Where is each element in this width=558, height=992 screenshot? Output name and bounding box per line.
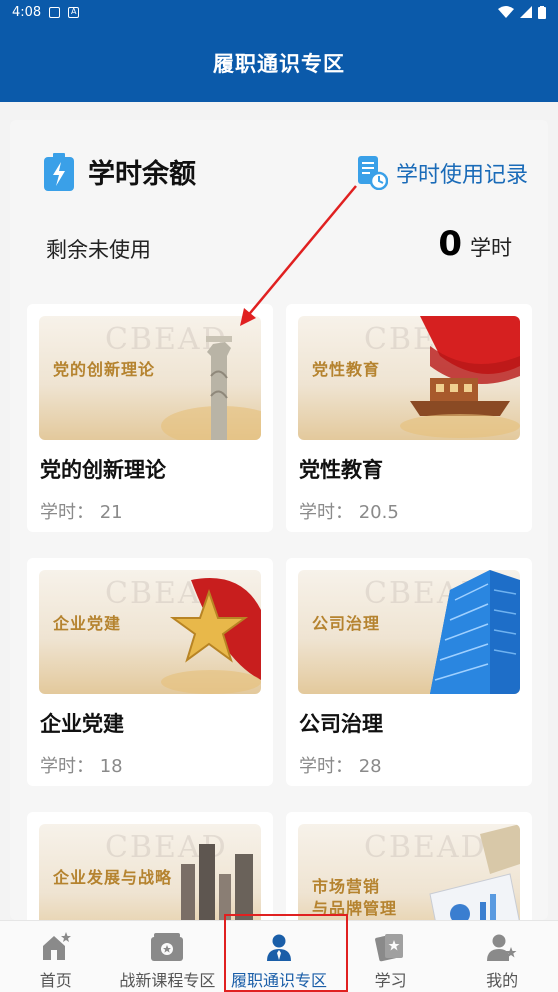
course-banner-title: 党的创新理论 — [53, 360, 156, 379]
app-bar: 履职通识专区 — [0, 24, 558, 102]
course-banner: CBEAD 公司治理 — [298, 570, 520, 694]
course-card[interactable]: CBEAD 党性教育 党性教育 学时： 20.5 — [286, 304, 532, 532]
gold-star-image — [161, 578, 261, 694]
remain-hours-number: 0 — [438, 224, 462, 264]
monument-pillar-image — [161, 336, 261, 440]
course-card[interactable]: CBEAD 党的创新理论 党的创新理论 学时： 21 — [27, 304, 273, 532]
course-card[interactable]: CBEAD 公司治理 公司治理 学时： 28 — [286, 558, 532, 786]
remain-label: 剩余未使用 — [46, 238, 151, 262]
signal-icon — [520, 6, 532, 18]
red-boat-image — [400, 316, 520, 438]
page-title: 履职通识专区 — [213, 52, 345, 76]
course-hours: 学时： 28 — [299, 756, 382, 777]
course-name: 公司治理 — [299, 712, 383, 736]
nav-label: 履职通识专区 — [230, 971, 327, 990]
remain-value: 0 学时 — [438, 224, 512, 264]
balance-header: 学时余额 — [42, 152, 196, 191]
course-hours: 学时： 21 — [40, 502, 123, 523]
nav-new-courses[interactable]: 战新课程专区 — [112, 921, 224, 992]
nav-label: 首页 — [39, 971, 72, 990]
user-star-icon — [487, 934, 517, 961]
course-name: 党性教育 — [299, 458, 383, 482]
course-banner-title: 党性教育 — [312, 360, 381, 379]
course-banner-title: 市场营销 与品牌管理 — [312, 876, 397, 920]
course-hours: 学时： 20.5 — [299, 502, 399, 523]
app-notification-icon: A — [68, 6, 80, 18]
cards-star-icon — [374, 934, 403, 962]
status-bar: 4:08 A — [0, 0, 558, 24]
home-star-icon — [42, 932, 71, 960]
banner-title-line2: 与品牌管理 — [312, 899, 398, 918]
nav-label: 战新课程专区 — [119, 971, 216, 990]
nav-study[interactable]: 学习 — [335, 921, 447, 992]
glass-skyscraper-image — [430, 570, 520, 694]
wallet-icon — [151, 933, 184, 961]
course-banner-title: 企业发展与战略 — [53, 868, 173, 887]
image-notification-icon — [49, 6, 61, 18]
usage-record-label: 学时使用记录 — [395, 163, 528, 188]
usage-record-link[interactable]: 学时使用记录 — [356, 156, 528, 190]
nav-label: 我的 — [486, 971, 519, 990]
record-clock-icon — [357, 156, 388, 190]
course-banner-title: 企业党建 — [53, 614, 122, 633]
balance-title: 学时余额 — [88, 159, 196, 190]
battery-charge-icon — [44, 152, 74, 191]
wifi-icon — [498, 6, 514, 18]
battery-icon — [538, 5, 546, 19]
course-card[interactable]: CBEAD 企业党建 企业党建 学时： 18 — [27, 558, 273, 786]
course-name: 企业党建 — [40, 712, 124, 736]
course-banner-title: 公司治理 — [312, 614, 381, 633]
nav-label: 学习 — [374, 971, 407, 990]
course-banner: CBEAD 党的创新理论 — [39, 316, 261, 440]
course-banner: CBEAD 党性教育 — [298, 316, 520, 440]
person-tie-icon — [266, 934, 291, 961]
bottom-nav: 首页 战新课程专区 履职通识专区 学习 我的 — [0, 920, 558, 992]
remain-hours-unit: 学时 — [470, 236, 512, 260]
course-hours: 学时： 18 — [40, 756, 123, 777]
course-banner: CBEAD 企业党建 — [39, 570, 261, 694]
course-name: 党的创新理论 — [40, 458, 166, 482]
nav-home[interactable]: 首页 — [0, 921, 112, 992]
nav-mine[interactable]: 我的 — [446, 921, 558, 992]
banner-title-line1: 市场营销 — [312, 877, 381, 896]
status-time: 4:08 — [12, 4, 42, 20]
nav-general-knowledge[interactable]: 履职通识专区 — [223, 921, 335, 992]
